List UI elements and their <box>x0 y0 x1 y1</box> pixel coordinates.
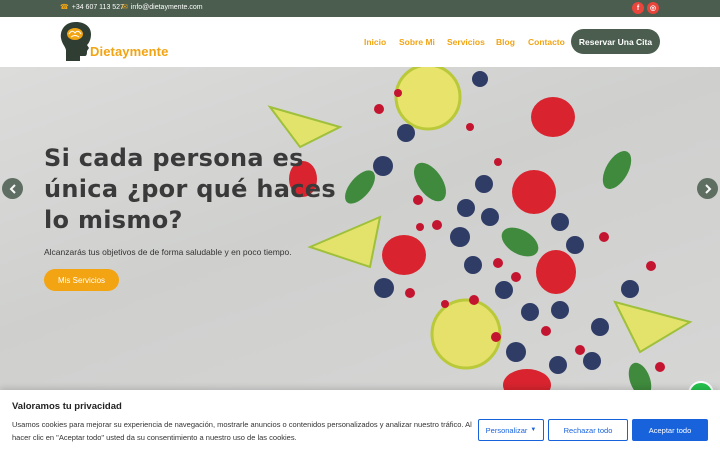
cookie-text: Usamos cookies para mejorar su experienc… <box>12 420 472 442</box>
chevron-left-icon <box>9 183 16 194</box>
services-button[interactable]: Mis Servicios <box>44 269 119 291</box>
phone-contact[interactable]: ☎ +34 607 113 527 <box>60 3 124 12</box>
customize-label: Personalizar <box>485 425 528 435</box>
nav-item-servicios[interactable]: Servicios <box>447 37 485 47</box>
top-bar: ☎ +34 607 113 527 ✉ info@dietaymente.com… <box>0 0 720 17</box>
hero-title: Si cada persona es única ¿por qué haces … <box>44 144 336 234</box>
slider-next-arrow[interactable] <box>697 178 718 199</box>
site-header: Dietaymente Inicio Sobre Mi Servicios Bl… <box>0 17 720 67</box>
email-address[interactable]: info@dietaymente.com <box>131 4 203 11</box>
reject-all-button[interactable]: Rechazar todo <box>548 419 628 441</box>
logo-text[interactable]: Dietaymente <box>90 44 168 59</box>
book-appointment-button[interactable]: Reservar Una Cita <box>571 29 660 54</box>
cookie-consent-banner: Valoramos tu privacidad Usamos cookies p… <box>0 390 720 450</box>
phone-number[interactable]: +34 607 113 527 <box>72 4 124 11</box>
phone-icon: ☎ <box>60 4 69 11</box>
slider-prev-arrow[interactable] <box>2 178 23 199</box>
accept-all-button[interactable]: Aceptar todo <box>632 419 708 441</box>
nav-item-contacto[interactable]: Contacto <box>528 37 565 47</box>
email-contact[interactable]: ✉ info@dietaymente.com <box>122 3 203 12</box>
hero-slider: Si cada persona es única ¿por qué haces … <box>0 67 720 400</box>
nav-item-sobre-mi[interactable]: Sobre Mi <box>399 37 435 47</box>
facebook-icon[interactable]: f <box>632 2 644 14</box>
customize-cookies-button[interactable]: Personalizar ▼ <box>478 419 544 441</box>
cookie-title: Valoramos tu privacidad <box>12 401 122 412</box>
caret-down-icon: ▼ <box>530 427 537 433</box>
nav-item-blog[interactable]: Blog <box>496 37 515 47</box>
hero-subtitle: Alcanzarás tus objetivos de de forma sal… <box>44 247 292 257</box>
logo-head-icon[interactable] <box>58 20 94 63</box>
envelope-icon: ✉ <box>122 4 128 11</box>
instagram-icon[interactable]: ◎ <box>647 2 659 14</box>
nav-item-inicio[interactable]: Inicio <box>364 37 386 47</box>
chevron-right-icon <box>704 183 711 194</box>
